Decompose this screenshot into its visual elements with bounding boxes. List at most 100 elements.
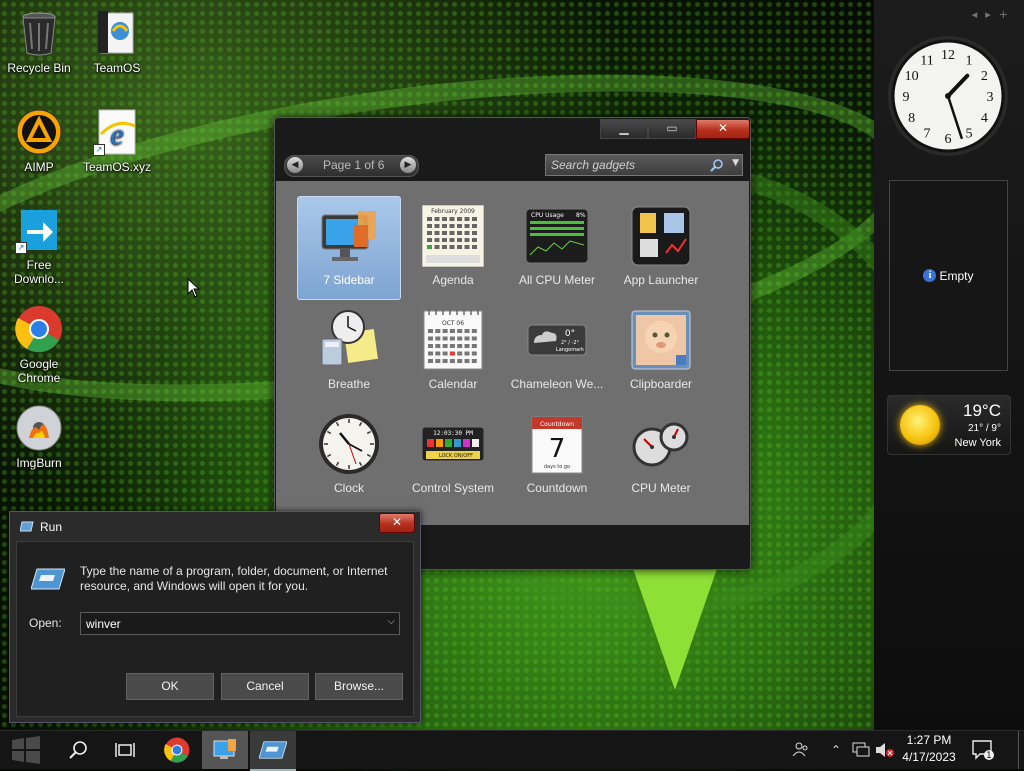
- gadget-app-launcher[interactable]: App Launcher: [609, 196, 713, 300]
- gadget-name: App Launcher: [623, 273, 699, 287]
- minimize-button[interactable]: ▁: [600, 119, 648, 139]
- gadget-name: Breathe: [327, 377, 371, 391]
- next-page-icon[interactable]: ▶: [400, 157, 416, 173]
- gadget-name: Clock: [333, 481, 364, 495]
- chevron-down-icon[interactable]: ▼: [732, 158, 739, 168]
- browse-button[interactable]: Browse...: [315, 673, 403, 700]
- gadget-chameleon-weather[interactable]: 0° 2° / -2° Langemark Chameleon We...: [505, 300, 609, 404]
- add-gadget-icon[interactable]: +: [999, 8, 1016, 21]
- window-controls: ▁ ▭ ✕: [600, 119, 750, 139]
- prev-icon[interactable]: ◂: [972, 8, 986, 21]
- clock-numeral: 7: [924, 126, 931, 141]
- show-hidden-icons-button[interactable]: ⌃: [828, 731, 844, 769]
- desktop-icon-free-download-manager[interactable]: ↗ Free Downlo...: [0, 206, 79, 286]
- show-desktop-button[interactable]: [1018, 731, 1024, 769]
- page-label: Page 1 of 6: [323, 158, 385, 172]
- taskbar-chrome[interactable]: [154, 731, 200, 769]
- weather-temperature: 19°C: [963, 401, 1001, 420]
- weather-gadget[interactable]: 19°C 21° / 9° New York: [887, 395, 1011, 455]
- search-input[interactable]: [546, 155, 716, 175]
- open-label: Open:: [29, 616, 62, 630]
- page-navigator: ◀ Page 1 of 6 ▶: [284, 155, 419, 177]
- people-icon: [792, 742, 808, 757]
- search-icon[interactable]: [710, 158, 724, 172]
- close-button[interactable]: ✕: [696, 119, 750, 139]
- gadgets-icon: [213, 739, 236, 759]
- gadget-cpu-meter[interactable]: CPU Meter: [609, 404, 713, 508]
- desktop-icon-recycle-bin[interactable]: Recycle Bin: [0, 9, 79, 75]
- desktop-icon-label: ImgBurn: [16, 456, 62, 470]
- taskbar-run[interactable]: [250, 731, 296, 771]
- gadget-clock[interactable]: Clock: [297, 404, 401, 508]
- task-view-icon: [115, 743, 135, 757]
- open-input[interactable]: [81, 613, 381, 634]
- start-button[interactable]: [3, 731, 49, 769]
- gadget-all-cpu-meter[interactable]: CPU Usage 8% All CPU Meter: [505, 196, 609, 300]
- desktop-icon-imgburn[interactable]: ImgBurn: [0, 404, 79, 470]
- control-lock: LOCK ON/OFF: [439, 453, 473, 459]
- close-button[interactable]: ✕: [379, 513, 415, 533]
- desktop-icon-google-chrome[interactable]: Google Chrome: [0, 305, 79, 385]
- countdown-number: 7: [549, 434, 566, 464]
- clock-numeral: 5: [966, 126, 973, 141]
- run-dialog-body: Type the name of a program, folder, docu…: [16, 541, 414, 717]
- calendar-month: OCT 06: [442, 320, 464, 327]
- desktop-icon-label: AIMP: [24, 160, 54, 174]
- cancel-button[interactable]: Cancel: [221, 673, 309, 700]
- notification-count: 1: [986, 751, 992, 761]
- search-box: ▼: [545, 154, 743, 176]
- weather-range: 21° / 9°: [967, 423, 1001, 434]
- gadget-agenda[interactable]: February 2009 Agenda: [401, 196, 505, 300]
- gadget-calendar[interactable]: OCT 06 Calendar: [401, 300, 505, 404]
- weather-city: New York: [954, 437, 1001, 449]
- ok-button[interactable]: OK: [126, 673, 214, 700]
- empty-gadget-label: Empty: [939, 268, 974, 283]
- sun-icon: [900, 405, 940, 445]
- gadget-gallery-window: ▁ ▭ ✕ ◀ Page 1 of 6 ▶ ▼ 7 Sidebar Februa…: [274, 117, 751, 570]
- network-button[interactable]: [850, 731, 872, 769]
- taskbar: ⌃ 1:27 PM 4/17/2023 1: [0, 730, 1024, 771]
- empty-gadget[interactable]: i Empty: [889, 180, 1008, 371]
- run-icon: [259, 741, 287, 759]
- gadget-name: Clipboarder: [629, 377, 693, 391]
- folder-icon: [93, 9, 141, 57]
- desktop-icon-aimp[interactable]: AIMP: [0, 108, 79, 174]
- calendar-icon: OCT 06: [422, 309, 484, 371]
- task-view-button[interactable]: [102, 731, 148, 769]
- gadget-control-system[interactable]: 12:03:30 PM LOCK ON/OFF Control System: [401, 404, 505, 508]
- search-button[interactable]: [55, 731, 101, 769]
- sidebar-icon: [318, 205, 380, 267]
- maximize-button[interactable]: ▭: [648, 119, 696, 139]
- clock-numeral: 1: [966, 54, 973, 69]
- action-center-button[interactable]: 1: [968, 731, 998, 769]
- agenda-header: February 2009: [431, 208, 475, 215]
- taskbar-gadgets[interactable]: [202, 731, 248, 769]
- volume-muted-icon: [876, 743, 894, 757]
- prev-page-icon[interactable]: ◀: [287, 157, 303, 173]
- people-button[interactable]: [788, 731, 814, 769]
- gadget-breathe[interactable]: Breathe: [297, 300, 401, 404]
- chrome-icon: [164, 737, 190, 763]
- desktop-icon-teamos-xyz[interactable]: e ↗ TeamOS.xyz: [77, 108, 157, 174]
- chevron-down-icon[interactable]: ⌵: [387, 616, 395, 627]
- clock-numeral: 9: [903, 90, 910, 105]
- gadget-countdown[interactable]: Countdown 7 days to go Countdown: [505, 404, 609, 508]
- gadget-7-sidebar[interactable]: 7 Sidebar: [297, 196, 401, 300]
- cpu-meter-icon: [630, 413, 692, 475]
- wallpaper-vee: [630, 560, 720, 690]
- next-icon[interactable]: ▸: [985, 8, 999, 21]
- gadget-name: CPU Meter: [631, 481, 691, 495]
- gadget-name: Calendar: [428, 377, 478, 391]
- taskbar-clock[interactable]: 1:27 PM 4/17/2023: [893, 732, 965, 766]
- run-dialog: Run ✕ Type the name of a program, folder…: [9, 511, 421, 723]
- dialog-title: Run: [40, 520, 63, 534]
- desktop-icon-label: Recycle Bin: [7, 61, 71, 75]
- clock-numeral: 10: [905, 69, 919, 84]
- weather-thumb-temp: 0°: [565, 329, 575, 339]
- gadget-clipboarder[interactable]: Clipboarder: [609, 300, 713, 404]
- clipboarder-icon: [630, 309, 692, 371]
- internet-explorer-icon: e ↗: [93, 108, 141, 156]
- clock-icon: [318, 413, 380, 475]
- desktop-icon-teamos[interactable]: TeamOS: [77, 9, 157, 75]
- clock-gadget[interactable]: 12 12 3 45678 9 1011: [886, 34, 1010, 158]
